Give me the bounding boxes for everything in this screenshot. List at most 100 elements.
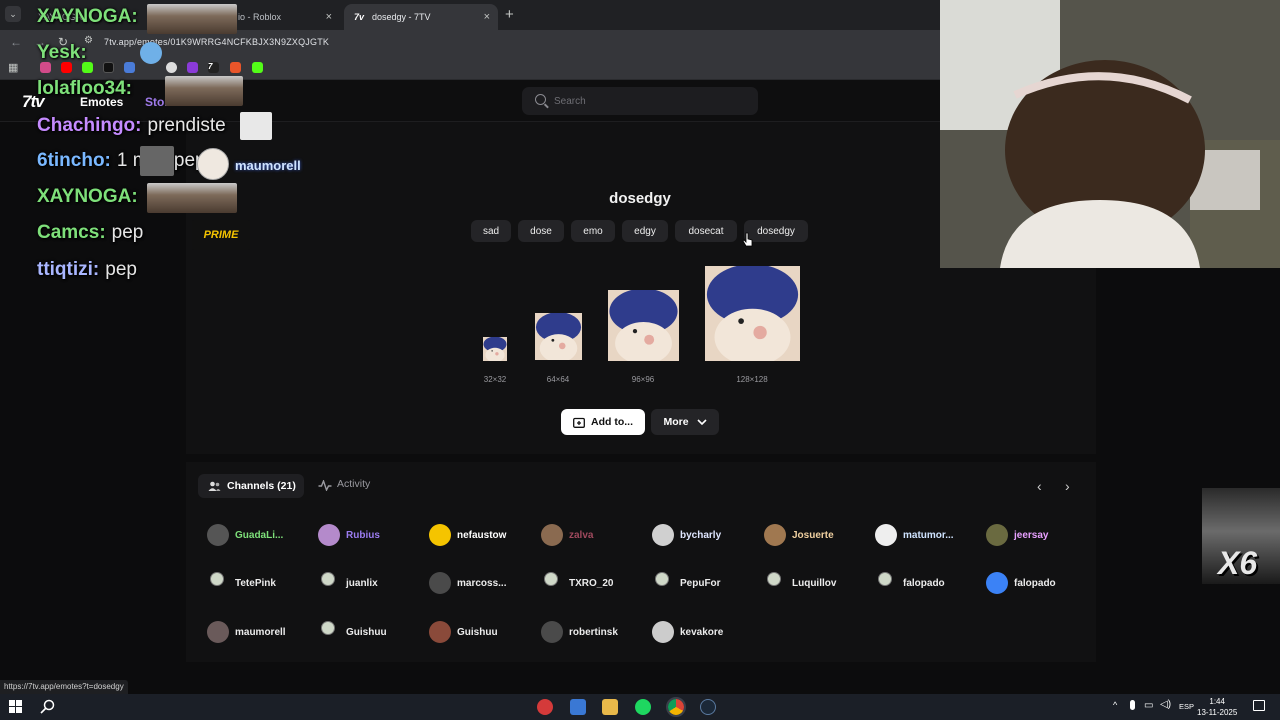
size-label-64: 64×64 [546,375,570,384]
tag-emo[interactable]: emo [571,220,615,242]
channel-item[interactable]: Luquillov [764,572,836,594]
tab-search-icon[interactable]: ⌄ [5,6,21,22]
steam-taskbar-icon[interactable] [700,699,716,715]
channel-avatar [318,621,340,643]
chevron-up-icon[interactable]: ^ [1113,700,1117,710]
channel-item[interactable]: maumorell [207,621,286,643]
channel-item[interactable]: PepuFor [652,572,721,594]
channel-item[interactable]: marcoss... [429,572,506,594]
channel-name: GuadaLi... [235,529,284,541]
channel-avatar [207,621,229,643]
apps-grid-icon[interactable]: ▦ [8,61,18,74]
channel-name: nefaustow [457,529,507,541]
add-to-button[interactable]: Add to... [561,409,645,435]
tag-edgy[interactable]: edgy [622,220,668,242]
chrome-taskbar-icon[interactable] [666,697,686,717]
channel-avatar [652,572,674,594]
channel-name: PepuFor [680,577,721,589]
clock[interactable]: 1:44 13-11-2025 [1197,696,1237,718]
kick-bookmark-icon[interactable] [252,62,263,73]
microphone-icon[interactable] [1130,700,1135,710]
back-icon[interactable]: ← [10,35,22,49]
webcam-image [940,0,1280,268]
channel-item[interactable]: TetePink [207,572,276,594]
file-explorer-taskbar-icon[interactable] [602,699,618,715]
channel-item[interactable]: Guishuu [318,621,387,643]
store-taskbar-icon[interactable] [570,699,586,715]
channel-item[interactable]: falopado [875,572,945,594]
chat-avatar [197,148,229,180]
close-tab-icon[interactable]: × [326,11,332,23]
channel-item[interactable]: jeersay [986,524,1048,546]
more-button[interactable]: More [651,409,719,435]
channel-item[interactable]: nefaustow [429,524,506,546]
users-icon [208,481,221,491]
channel-avatar [541,524,563,546]
channel-name: robertinsk [569,626,618,638]
channel-name: Josuerte [792,529,834,541]
language-indicator[interactable]: ESP [1179,702,1194,711]
size-label-32: 32×32 [483,375,507,384]
7tv-bookmark-icon[interactable]: 7 [208,62,219,73]
channel-avatar [986,572,1008,594]
prime-emote: PRIME [192,220,250,250]
channel-avatar [652,524,674,546]
chat-line: Chachingo: prendiste [37,115,226,137]
notification-icon[interactable] [1253,700,1265,711]
channel-name: zalva [569,529,594,541]
channel-item[interactable]: robertinsk [541,621,618,643]
combo-counter: X6 [1218,545,1258,581]
new-tab-button[interactable]: + [505,6,514,23]
tag-sad[interactable]: sad [471,220,511,242]
search-input[interactable]: Search [522,87,758,115]
channel-name: TetePink [235,577,276,589]
channel-item[interactable]: zalva [541,524,593,546]
channel-item[interactable]: juanlix [318,572,378,594]
channel-item[interactable]: Josuerte [764,524,834,546]
chat-username: XAYNOGA: [37,6,138,27]
channel-item[interactable]: GuadaLi... [207,524,283,546]
bookmark-icon[interactable] [166,62,177,73]
tag-dose[interactable]: dose [518,220,564,242]
chat-name-overlay: maumorell [235,158,301,173]
network-icon[interactable]: ▭ [1144,700,1153,711]
channel-item[interactable]: kevakore [652,621,723,643]
channel-avatar [986,524,1008,546]
bookmark-icon[interactable] [187,62,198,73]
volume-icon[interactable]: ◁) [1160,699,1171,710]
channel-item[interactable]: Rubius [318,524,380,546]
spotify-taskbar-icon[interactable] [635,699,651,715]
chat-message: prendiste [147,115,226,136]
search-icon[interactable] [40,699,55,714]
chat-emote-image [240,112,272,140]
add-to-label: Add to... [591,416,633,428]
browser-tab-7tv[interactable]: 7v dosedgy - 7TV × [344,4,498,30]
bookmark-icon[interactable] [230,62,241,73]
channel-name: bycharly [680,529,722,541]
channel-name: falopado [1014,577,1056,589]
channel-avatar [764,524,786,546]
tag-dosecat[interactable]: dosecat [675,220,737,242]
windows-start-icon[interactable] [9,700,22,713]
channel-item[interactable]: TXRO_20 [541,572,613,594]
obs-taskbar-icon[interactable] [537,699,553,715]
url-text[interactable]: 7tv.app/emotes/01K9WRRG4NCFKBJX3N9ZXQJGT… [104,37,329,47]
channel-avatar [318,524,340,546]
chat-username: Yesk: [37,42,87,63]
channel-name: marcoss... [457,577,507,589]
chat-message: pep [111,222,144,243]
prev-page-button[interactable]: ‹ [1037,478,1042,494]
channel-item[interactable]: falopado [986,572,1056,594]
channel-item[interactable]: Guishuu [429,621,498,643]
channel-item[interactable]: bycharly [652,524,721,546]
tiktok-bookmark-icon[interactable] [103,62,114,73]
webcam-feed [940,0,1280,268]
emote-preview-128 [705,266,800,361]
bookmark-icon[interactable] [124,62,135,73]
next-page-button[interactable]: › [1065,478,1070,494]
channel-item[interactable]: matumor... [875,524,954,546]
channel-name: falopado [903,577,945,589]
close-tab-icon[interactable]: × [484,11,490,23]
channel-avatar [875,572,897,594]
emote-preview-32 [483,337,507,361]
